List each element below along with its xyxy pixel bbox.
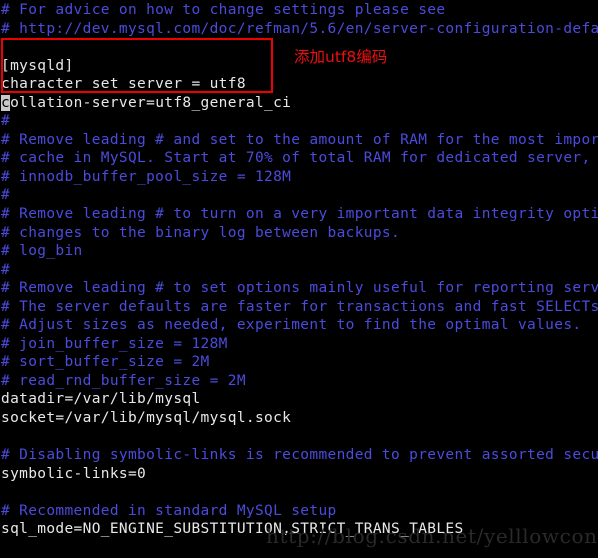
editor-line: # Remove leading # to set options mainly…	[1, 280, 598, 297]
editor-line: #	[1, 113, 11, 130]
editor-line: # For advice on how to change settings p…	[1, 2, 446, 18]
editor-line: # changes to the binary log between back…	[1, 224, 401, 241]
text-cursor: c	[1, 94, 11, 111]
editor-line: collation-server=utf8_general_ci	[1, 94, 292, 111]
editor-line: # Remove leading # to turn on a very imp…	[1, 206, 598, 223]
editor-line: # The server defaults are faster for tra…	[1, 298, 598, 315]
editor-line: datadir=/var/lib/mysql	[1, 391, 201, 408]
editor-line: character_set_server = utf8	[1, 76, 246, 93]
watermark-url: http://blog.csdn.net/yelllowcong	[266, 524, 598, 548]
editor-line: #	[1, 261, 11, 278]
editor-line: # Disabling symbolic-links is recommende…	[1, 447, 598, 464]
editor-line: socket=/var/lib/mysql/mysql.sock	[1, 410, 292, 427]
editor-line: # Recommended in standard MySQL setup	[1, 502, 337, 519]
editor-line: # read_rnd_buffer_size = 2M	[1, 372, 246, 389]
editor-line: # join_buffer_size = 128M	[1, 335, 228, 352]
editor-line: # http://dev.mysql.com/doc/refman/5.6/en…	[1, 20, 598, 37]
editor-line: # innodb_buffer_pool_size = 128M	[1, 168, 292, 185]
editor-line: # log_bin	[1, 243, 83, 260]
editor-line: #	[1, 187, 11, 204]
annotation-label: 添加utf8编码	[294, 48, 388, 66]
editor-line: # Adjust sizes as needed, experiment to …	[1, 317, 582, 334]
terminal-window[interactable]: # For advice on how to change settings p…	[0, 0, 598, 558]
editor-line: # cache in MySQL. Start at 70% of total …	[1, 150, 591, 167]
editor-line: # sort_buffer_size = 2M	[1, 354, 210, 371]
editor-line: # Remove leading # and set to the amount…	[1, 131, 598, 148]
editor-line: symbolic-links=0	[1, 465, 147, 482]
editor-text-area[interactable]: # For advice on how to change settings p…	[0, 0, 598, 558]
